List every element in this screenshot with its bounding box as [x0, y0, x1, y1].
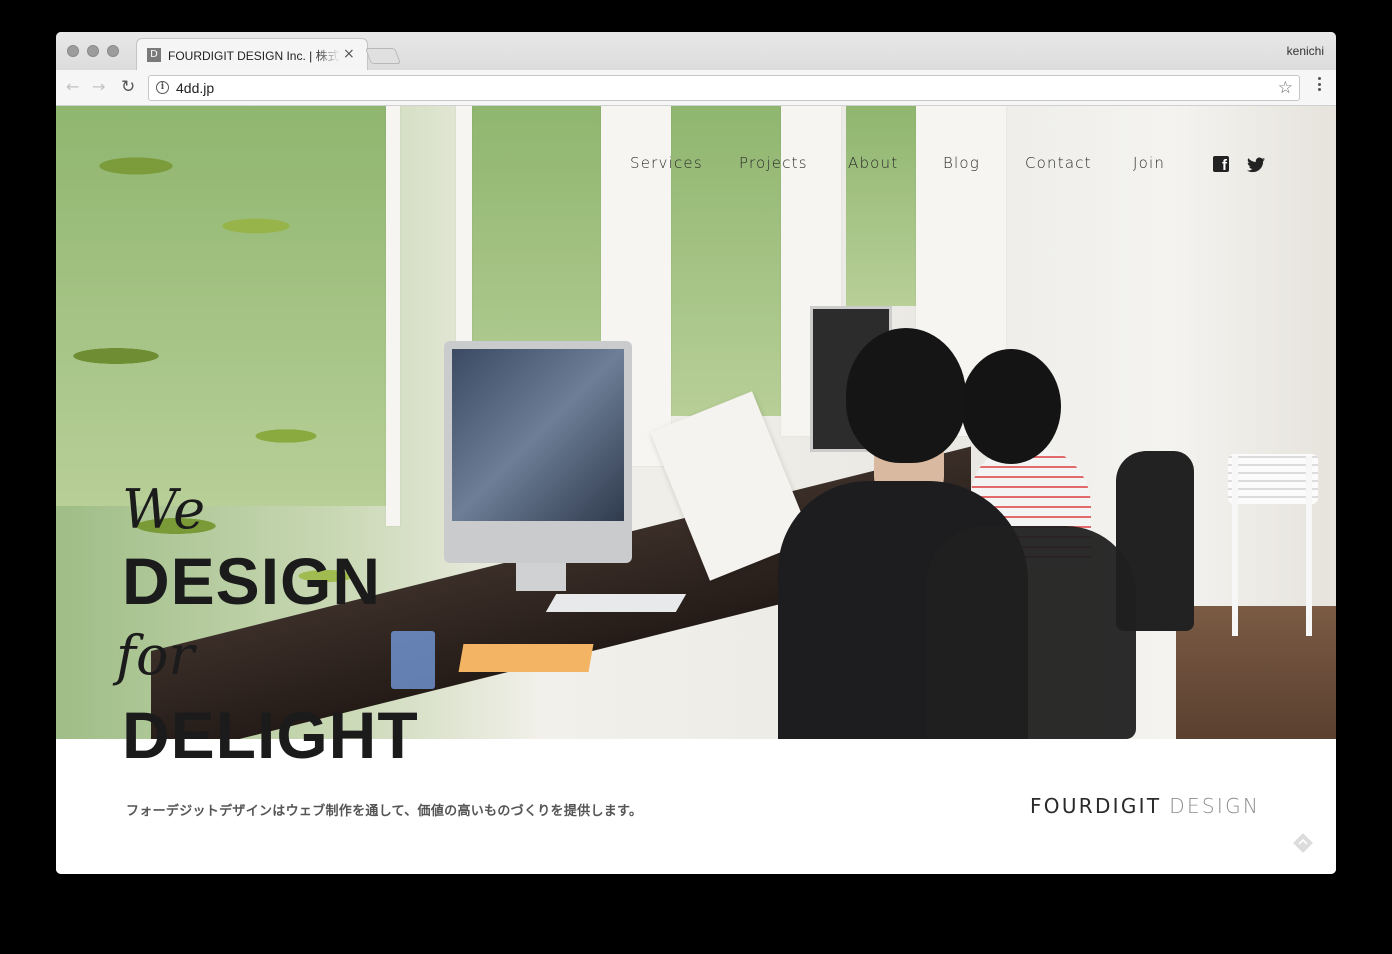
- browser-toolbar: ← → ↻ i 4dd.jp ☆: [56, 70, 1336, 106]
- nav-about[interactable]: About: [848, 154, 898, 172]
- arrow-right-icon[interactable]: →: [92, 78, 105, 96]
- info-icon[interactable]: i: [156, 81, 169, 94]
- favicon-icon: D: [147, 48, 161, 62]
- browser-tab[interactable]: D FOURDIGIT DESIGN Inc. | 株式会社フォーデジット ×: [136, 38, 368, 70]
- reload-icon[interactable]: ↻: [121, 78, 135, 96]
- logo-primary: FOURDIGIT: [1030, 794, 1162, 818]
- hero-photo: [56, 106, 1336, 739]
- site-nav: Services Projects About Blog Contact Joi…: [56, 154, 1336, 178]
- zoom-window-button[interactable]: [107, 45, 119, 57]
- address-bar[interactable]: i 4dd.jp ☆: [148, 75, 1300, 101]
- url-text[interactable]: 4dd.jp: [176, 80, 214, 96]
- profile-name[interactable]: kenichi: [1287, 44, 1324, 58]
- arrow-left-icon[interactable]: ←: [66, 78, 79, 96]
- new-tab-button[interactable]: [365, 48, 401, 64]
- logo-secondary: DESIGN: [1169, 794, 1261, 818]
- web-page: Services Projects About Blog Contact Joi…: [56, 106, 1336, 874]
- tab-title: FOURDIGIT DESIGN Inc. | 株式会社フォーデジット: [168, 49, 340, 63]
- site-logo[interactable]: FOURDIGIT DESIGN: [1030, 794, 1260, 819]
- twitter-icon[interactable]: [1247, 156, 1265, 174]
- headline-design: DESIGN: [122, 544, 382, 618]
- tab-close-icon[interactable]: ×: [343, 46, 355, 62]
- title-bar: D FOURDIGIT DESIGN Inc. | 株式会社フォーデジット × …: [56, 32, 1336, 71]
- headline-for: for: [116, 624, 195, 687]
- headline-delight: DELIGHT: [122, 698, 419, 772]
- nav-join[interactable]: Join: [1133, 154, 1165, 172]
- nav-contact[interactable]: Contact: [1025, 154, 1092, 172]
- minimize-window-button[interactable]: [87, 45, 99, 57]
- menu-dots-icon[interactable]: [1318, 77, 1322, 94]
- headline-we: We: [122, 478, 206, 541]
- nav-blog[interactable]: Blog: [943, 154, 980, 172]
- tagline: フォーデジットデザインはウェブ制作を通して、価値の高いものづくりを提供します。: [126, 803, 643, 818]
- page-top-icon[interactable]: [1292, 832, 1314, 854]
- nav-services[interactable]: Services: [630, 154, 703, 172]
- star-icon[interactable]: ☆: [1278, 78, 1293, 98]
- nav-projects[interactable]: Projects: [739, 154, 808, 172]
- facebook-icon[interactable]: f: [1213, 156, 1229, 173]
- close-window-button[interactable]: [67, 45, 79, 57]
- plant: [56, 106, 406, 739]
- browser-window: D FOURDIGIT DESIGN Inc. | 株式会社フォーデジット × …: [56, 32, 1336, 874]
- imac: [444, 341, 632, 563]
